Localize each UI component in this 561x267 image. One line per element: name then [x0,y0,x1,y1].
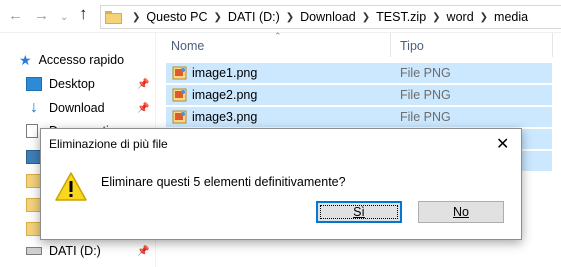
column-name[interactable]: Nome [171,39,204,53]
sort-ascending-icon: ⌃ [274,31,282,41]
file-type: File PNG [400,110,451,124]
chevron-right-icon[interactable]: ❯ [286,12,294,23]
close-icon[interactable]: ✕ [496,134,509,154]
back-button[interactable]: ← [8,8,23,24]
dialog-body: Eliminare questi 5 elementi definitivame… [41,159,521,239]
breadcrumb[interactable]: ❯ Questo PC ❯ DATI (D:) ❯ Download ❯ TES… [100,5,561,29]
forward-button[interactable]: → [34,8,49,24]
breadcrumb-item[interactable]: TEST.zip [376,10,426,24]
drive-icon [26,247,42,255]
download-icon: ↓ [30,99,38,116]
chevron-right-icon[interactable]: ❯ [480,12,488,23]
address-bar: ← → ⌄ ↑ ❯ Questo PC ❯ DATI (D:) ❯ Downlo… [0,0,561,33]
file-row[interactable]: image3.png File PNG [166,107,552,127]
nav-item-drive[interactable]: DATI (D:) 📌 [0,240,155,262]
star-icon: ★ [19,51,32,68]
png-file-icon [172,88,187,102]
file-name: image1.png [192,66,258,80]
nav-item-desktop[interactable]: Desktop 📌 [0,73,155,95]
recent-locations-button[interactable]: ⌄ [60,10,68,26]
up-button[interactable]: ↑ [79,5,88,22]
dialog-message: Eliminare questi 5 elementi definitivame… [101,175,346,189]
breadcrumb-item[interactable]: word [447,10,474,24]
breadcrumb-item[interactable]: media [494,10,528,24]
focus-rect [320,205,398,219]
file-type: File PNG [400,66,451,80]
nav-item-label: Download [49,101,105,115]
pin-icon: 📌 [137,78,150,90]
warning-icon [55,172,87,201]
chevron-right-icon[interactable]: ❯ [214,12,222,23]
chevron-right-icon[interactable]: ❯ [432,12,440,23]
column-type[interactable]: Tipo [400,39,424,53]
nav-item-quick-access[interactable]: ★ Accesso rapido [0,49,155,71]
png-file-icon [172,110,187,124]
column-divider[interactable] [552,33,553,57]
nav-item-label: DATI (D:) [49,244,101,258]
column-divider[interactable] [390,33,391,57]
file-type: File PNG [400,88,451,102]
nav-item-label: Desktop [49,77,95,91]
breadcrumb-item[interactable]: Questo PC [146,10,207,24]
breadcrumb-item[interactable]: DATI (D:) [228,10,280,24]
column-header: Nome ⌃ Tipo [156,31,561,59]
no-label: No [453,205,469,219]
documents-icon [26,124,38,138]
file-row[interactable]: image1.png File PNG [166,63,552,83]
file-name: image3.png [192,110,258,124]
dialog-title: Eliminazione di più file [49,137,168,151]
nav-item-label: Accesso rapido [38,53,125,67]
yes-button[interactable]: Sì [316,201,402,223]
delete-confirm-dialog: Eliminazione di più file ✕ Eliminare que… [40,128,522,240]
no-button[interactable]: No [418,201,504,223]
folder-icon [105,10,122,24]
breadcrumb-item[interactable]: Download [300,10,356,24]
pin-icon: 📌 [137,102,150,114]
pin-icon: 📌 [137,245,150,257]
nav-item-download[interactable]: ↓ Download 📌 [0,97,155,119]
png-file-icon [172,66,187,80]
chevron-right-icon[interactable]: ❯ [362,12,370,23]
file-name: image2.png [192,88,258,102]
desktop-icon [26,77,42,91]
file-row[interactable]: image2.png File PNG [166,85,552,105]
dialog-title-bar[interactable]: Eliminazione di più file ✕ [41,129,521,159]
chevron-right-icon[interactable]: ❯ [132,12,140,23]
